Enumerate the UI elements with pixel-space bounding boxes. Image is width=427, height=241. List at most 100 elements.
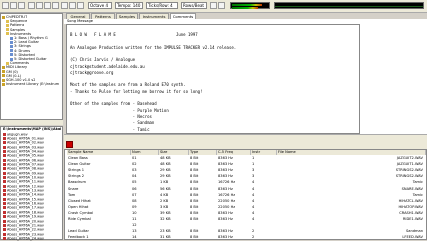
new-file-icon[interactable] bbox=[2, 2, 9, 9]
song-message-editor[interactable]: B L O W F L A M E June 1997 An Analogue P… bbox=[66, 24, 360, 134]
ticks-row-field[interactable]: Ticks/Row: 4 bbox=[146, 2, 178, 9]
folder-icon bbox=[10, 40, 13, 44]
loop-icon[interactable] bbox=[61, 2, 68, 9]
wave-file-icon bbox=[3, 197, 6, 201]
metronome-icon[interactable] bbox=[69, 2, 76, 9]
table-cell: 4 bbox=[252, 198, 255, 203]
sample-list-toolbar bbox=[64, 140, 427, 149]
table-cell: 8363 Hz bbox=[218, 210, 233, 215]
wave-file-icon bbox=[3, 236, 6, 240]
folder-icon bbox=[10, 53, 13, 57]
table-cell: 8 Bit bbox=[190, 204, 199, 209]
table-cell: 8363 Hz bbox=[218, 174, 233, 179]
column-header[interactable]: C-5 Freq bbox=[217, 150, 251, 155]
save-file-icon[interactable] bbox=[18, 2, 25, 9]
instrument-library-list[interactable]: E:\Instruments\MAP (INS)\Akai akgugn.wav… bbox=[0, 126, 63, 240]
table-cell: 11 bbox=[132, 217, 137, 221]
table-cell: 32 KB bbox=[160, 217, 171, 221]
stop-icon[interactable] bbox=[44, 2, 51, 9]
table-cell: 09 bbox=[132, 204, 137, 209]
table-cell: 4 KB bbox=[160, 192, 169, 197]
wave-file-icon bbox=[3, 189, 6, 193]
folder-icon bbox=[2, 82, 5, 86]
table-cell: 12 bbox=[132, 223, 137, 228]
midi-record-icon[interactable] bbox=[77, 2, 84, 9]
table-cell: 8 Bit bbox=[190, 156, 199, 160]
column-header[interactable]: Type bbox=[189, 150, 217, 155]
table-row[interactable]: Snare 06 56 KB 8 Bit 8363 Hz 4 SNARE.WAV bbox=[65, 187, 426, 192]
table-cell: 39 KB bbox=[160, 210, 171, 215]
folder-icon bbox=[10, 36, 13, 40]
wave-file-icon bbox=[3, 149, 6, 153]
table-cell bbox=[190, 223, 218, 228]
table-row[interactable]: Bassdrum 05 1 KB 8 Bit 16726 Hz 4 Tamic bbox=[65, 180, 426, 185]
sample-icon[interactable] bbox=[66, 141, 73, 148]
table-cell: STRINGS2.WAV bbox=[395, 168, 423, 173]
table-cell: 1 KB bbox=[160, 180, 169, 185]
table-row[interactable]: Clean Bass 01 48 KB 8 Bit 8363 Hz 1 JAZGUIT2.W… bbox=[65, 156, 426, 161]
table-cell: 02 bbox=[132, 162, 137, 167]
rows-beat-field[interactable]: Rows/Beat bbox=[181, 2, 207, 9]
table-row[interactable]: Closed Hihat 08 2 KB 8 Bit 22050 Hz 4 HIHATCL.… bbox=[65, 199, 426, 204]
table-cell bbox=[278, 223, 423, 228]
library-file-item[interactable]: Abass_HRT6A_24.wav bbox=[3, 236, 44, 241]
column-header[interactable]: Instr bbox=[251, 150, 277, 155]
table-cell: 2 KB bbox=[160, 198, 169, 203]
folder-icon bbox=[6, 61, 9, 65]
tree-item[interactable]: Instrument Library (E:\Instrum bbox=[2, 82, 59, 86]
table-row[interactable]: Ride Cymbal 11 32 KB 8 Bit 8363 Hz 4 RIDE1.WAV bbox=[65, 217, 426, 222]
sample-table[interactable]: Sample Name Num Size Type C-5 Freq Instr File … bbox=[64, 149, 427, 240]
help-icon[interactable] bbox=[218, 2, 225, 9]
table-row[interactable]: Lead Guitar 13 23 KB 8 Bit 8363 Hz 2 Sandman bbox=[65, 229, 426, 234]
table-cell: Tamic bbox=[412, 192, 423, 197]
tree-view[interactable]: ChIPEDTR.IT Sequence Patterns Samples Instru… bbox=[0, 13, 63, 120]
wave-file-icon bbox=[3, 202, 6, 206]
table-row[interactable]: Strings 1 03 29 KB 8 Bit 8363 Hz 3 STRINGS2.WA… bbox=[65, 168, 426, 173]
message-line: - Thanks to Pulse for letting me borrow … bbox=[70, 88, 203, 94]
wave-file-icon bbox=[3, 176, 6, 179]
message-line: cjtrack@groove.org bbox=[70, 69, 114, 75]
main-toolbar: Octave 4 Tempo: 140 Ticks/Row: 4 Rows/Be… bbox=[0, 0, 427, 13]
tempo-field[interactable]: Tempo: 140 bbox=[115, 2, 143, 9]
folder-icon bbox=[6, 23, 9, 27]
wave-file-icon bbox=[3, 154, 6, 158]
table-cell: Open Hihat bbox=[68, 204, 89, 209]
column-header[interactable]: Sample Name bbox=[67, 150, 131, 155]
wave-file-icon bbox=[3, 171, 6, 175]
table-cell: 22050 Hz bbox=[218, 198, 236, 203]
table-cell: 8363 Hz bbox=[218, 168, 233, 173]
table-cell bbox=[218, 223, 252, 228]
table-row[interactable]: Clean Guitar 02 48 KB 8 Bit 8363 Hz 1 JAZGUIT1… bbox=[65, 162, 426, 167]
settings-icon[interactable] bbox=[210, 2, 217, 9]
wave-file-icon bbox=[3, 219, 6, 223]
column-header[interactable]: Size bbox=[159, 150, 189, 155]
octave-field[interactable]: Octave 4 bbox=[88, 2, 112, 9]
message-line: - Sandman bbox=[70, 120, 155, 126]
folder-icon bbox=[2, 74, 5, 78]
column-header[interactable]: File Name bbox=[277, 150, 426, 155]
table-row[interactable]: 12 bbox=[65, 223, 426, 228]
table-row[interactable]: Strings 2 04 29 KB 8 Bit 8363 Hz 3 STRINGS2.WA… bbox=[65, 174, 426, 179]
column-header[interactable]: Num bbox=[131, 150, 159, 155]
table-row[interactable]: Tom 07 4 KB 8 Bit 16726 Hz 4 Tamic bbox=[65, 193, 426, 198]
folder-icon bbox=[6, 19, 9, 23]
table-cell: 8 Bit bbox=[190, 192, 199, 197]
table-cell: 29 KB bbox=[160, 174, 171, 179]
record-icon[interactable] bbox=[52, 2, 59, 9]
message-line: - Tamic bbox=[70, 126, 150, 132]
open-file-icon[interactable] bbox=[10, 2, 17, 9]
table-cell: Clean Guitar bbox=[68, 162, 91, 167]
table-row[interactable]: Open Hihat 09 3 KB 8 Bit 22050 Hz 4 HIHATOP.WA… bbox=[65, 205, 426, 210]
play-song-icon[interactable] bbox=[28, 2, 35, 9]
left-splitter[interactable] bbox=[0, 120, 63, 125]
table-cell: 1 bbox=[252, 156, 255, 160]
message-line: - Purple Motion bbox=[70, 107, 169, 113]
table-cell: 05 bbox=[132, 180, 137, 185]
wave-file-icon bbox=[3, 158, 6, 162]
oscilloscope-line bbox=[275, 6, 423, 7]
table-cell: 4 bbox=[252, 192, 255, 197]
table-cell: 8 Bit bbox=[190, 198, 199, 203]
table-cell: Closed Hihat bbox=[68, 198, 91, 203]
table-row[interactable]: Crash Cymbal 10 39 KB 8 Bit 8363 Hz 4 CRASH1.W… bbox=[65, 211, 426, 216]
play-pattern-icon[interactable] bbox=[36, 2, 43, 9]
